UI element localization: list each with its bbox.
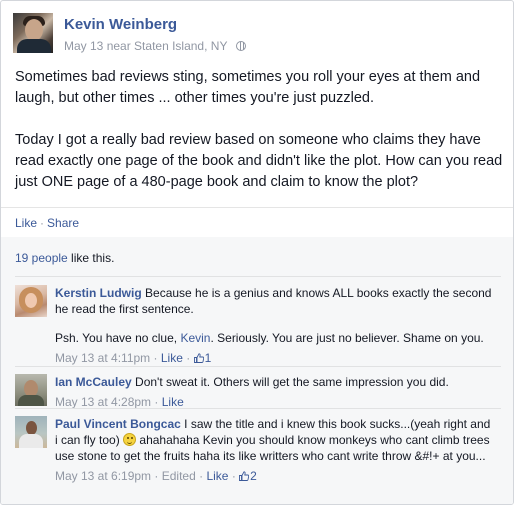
commenter-name[interactable]: Kerstin Ludwig [55,286,142,300]
divider [15,366,501,367]
globe-icon[interactable] [235,41,246,51]
mention-link[interactable]: Kevin [180,331,210,345]
comment-meta: May 13 at 6:19pm · Edited · Like · 2 [55,469,257,483]
comment-text: Ian McCauley Don't sweat it. Others will… [55,375,449,389]
post-paragraph: Today I got a really bad review based on… [15,132,503,190]
post-paragraph: Sometimes bad reviews sting, sometimes y… [15,69,481,106]
comment-time[interactable]: May 13 at 6:19pm [55,469,151,483]
author-avatar[interactable] [13,13,53,53]
likers-link[interactable]: 19 people [15,251,68,265]
comment-like-count[interactable]: 2 [239,469,257,483]
divider [15,276,501,277]
comment-text-second: Psh. You have no clue, Kevin. Seriously.… [55,331,484,345]
comment-time[interactable]: May 13 at 4:11pm [55,351,150,365]
comment-text: Kerstin Ludwig Because he is a genius an… [55,286,492,316]
post-meta: May 13 near Staten Island, NY [64,39,246,53]
comment-body: Paul Vincent Bongcac I saw the title and… [55,416,495,484]
smiley-emoticon-icon [123,433,137,446]
post-actions: Like · Share [15,216,79,230]
likes-summary: 19 people like this. [15,251,115,265]
thumbs-up-icon [193,353,204,363]
comment-like-button[interactable]: Like [162,395,184,409]
like-button[interactable]: Like [15,216,37,230]
comment-body: Kerstin Ludwig Because he is a genius an… [55,285,495,366]
share-button[interactable]: Share [47,216,79,230]
separator-dot: · [40,216,45,230]
comment-meta: May 13 at 4:11pm · Like · 1 [55,351,212,365]
commenter-name[interactable]: Paul Vincent Bongcac [55,417,181,431]
comment-body: Ian McCauley Don't sweat it. Others will… [55,374,495,410]
post-text: Sometimes bad reviews sting, sometimes y… [15,67,505,214]
divider [1,207,513,208]
divider [15,408,501,409]
post-date[interactable]: May 13 [64,39,103,53]
thumbs-up-icon [239,471,250,481]
post-location[interactable]: near Staten Island, NY [107,39,228,53]
commenter-avatar[interactable] [15,416,47,448]
comment-text: Paul Vincent Bongcac I saw the title and… [55,417,491,463]
comment-like-button[interactable]: Like [161,351,183,365]
commenter-avatar[interactable] [15,285,47,317]
comment-time[interactable]: May 13 at 4:28pm [55,395,151,409]
commenter-name[interactable]: Ian McCauley [55,375,132,389]
comment-like-count[interactable]: 1 [193,351,211,365]
comment-like-button[interactable]: Like [206,469,228,483]
edited-label[interactable]: Edited [162,469,196,483]
post-header: Kevin Weinberg May 13 near Staten Island… [13,13,493,57]
post-card: Kevin Weinberg May 13 near Staten Island… [0,0,514,505]
author-name[interactable]: Kevin Weinberg [64,16,177,33]
commenter-avatar[interactable] [15,374,47,406]
